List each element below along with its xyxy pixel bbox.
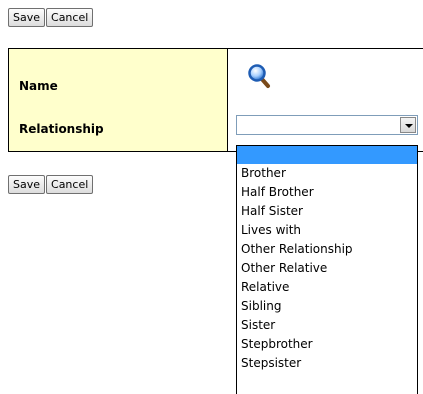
label-column: Name Relationship: [9, 49, 228, 151]
dropdown-option[interactable]: [237, 146, 417, 164]
cancel-button[interactable]: Cancel: [46, 175, 94, 194]
save-button[interactable]: Save: [8, 175, 46, 194]
relationship-select[interactable]: [236, 115, 418, 135]
chevron-down-icon[interactable]: [400, 117, 416, 133]
dropdown-option[interactable]: Other Relationship: [237, 240, 417, 259]
dropdown-option[interactable]: Relative: [237, 278, 417, 297]
dropdown-option[interactable]: Half Brother: [237, 183, 417, 202]
relationship-dropdown-list[interactable]: Brother Half Brother Half Sister Lives with…: [236, 145, 418, 394]
top-button-row: Save Cancel: [8, 8, 94, 29]
dropdown-option[interactable]: Other Relative: [237, 259, 417, 278]
dropdown-option[interactable]: Lives with: [237, 221, 417, 240]
search-icon[interactable]: [247, 62, 271, 90]
cancel-button[interactable]: Cancel: [46, 8, 94, 27]
dropdown-option[interactable]: Stepbrother: [237, 335, 417, 354]
name-label: Name: [19, 79, 58, 93]
dropdown-option[interactable]: Brother: [237, 164, 417, 183]
save-button[interactable]: Save: [8, 8, 46, 27]
dropdown-option[interactable]: Sister: [237, 316, 417, 335]
dropdown-option[interactable]: Stepsister: [237, 354, 417, 373]
relationship-form: Name Relationship: [8, 48, 423, 152]
bottom-button-row: Save Cancel: [8, 175, 94, 196]
dropdown-option[interactable]: Half Sister: [237, 202, 417, 221]
relationship-label: Relationship: [19, 122, 104, 136]
dropdown-option[interactable]: Sibling: [237, 297, 417, 316]
